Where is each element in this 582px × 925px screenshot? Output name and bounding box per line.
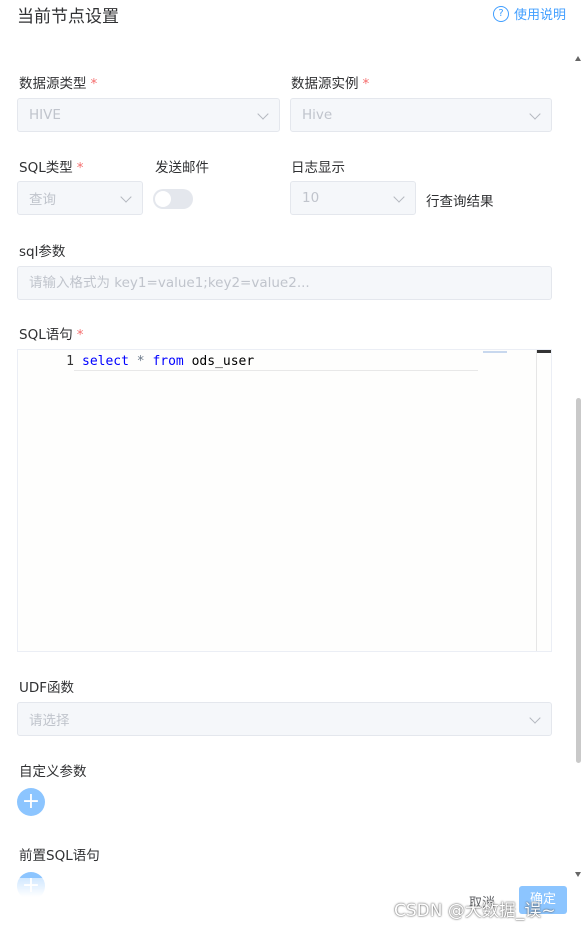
keyword-select: select — [82, 354, 129, 369]
page-title: 当前节点设置 — [17, 7, 119, 27]
log-display-suffix: 行查询结果 — [426, 194, 494, 210]
sql-statement-label-text: SQL语句 — [19, 327, 73, 343]
send-email-label: 发送邮件 — [155, 160, 209, 176]
log-display-label: 日志显示 — [291, 160, 345, 176]
watermark: CSDN @大数据_误~ — [394, 901, 556, 921]
code-line[interactable]: select * from ods_user — [82, 354, 254, 369]
chevron-down-icon — [257, 108, 269, 120]
editor-scrollbar[interactable] — [536, 350, 551, 651]
add-custom-param-button[interactable]: + — [17, 788, 45, 816]
operator-star: * — [128, 354, 153, 369]
datasource-instance-select[interactable]: Hive — [290, 98, 552, 132]
scroll-down-icon[interactable] — [575, 872, 581, 877]
custom-params-label: 自定义参数 — [19, 764, 87, 780]
sql-editor[interactable]: 1 select * from ods_user — [17, 349, 552, 652]
page-scrollbar-thumb[interactable] — [576, 398, 581, 763]
chevron-down-icon — [120, 191, 132, 203]
keyword-from: from — [152, 354, 184, 369]
datasource-instance-label-text: 数据源实例 — [291, 76, 359, 92]
minimap-line — [483, 351, 507, 353]
udf-placeholder: 请选择 — [29, 713, 70, 729]
datasource-instance-value: Hive — [302, 107, 333, 123]
table-name: ods_user — [183, 354, 255, 369]
sql-type-label-text: SQL类型 — [19, 160, 73, 176]
chevron-down-icon — [529, 108, 541, 120]
log-display-value: 10 — [302, 190, 320, 206]
help-label: 使用说明 — [513, 8, 566, 23]
editor-gutter: 1 — [18, 350, 74, 651]
datasource-instance-label: 数据源实例 * — [291, 72, 369, 92]
sql-type-label: SQL类型 * — [19, 156, 83, 176]
sql-params-label: sql参数 — [19, 244, 66, 260]
chevron-down-icon — [529, 712, 541, 724]
scroll-up-icon[interactable] — [575, 56, 581, 61]
editor-scroll-slider[interactable] — [537, 350, 551, 353]
sql-type-value: 查询 — [29, 192, 56, 208]
required-mark: * — [90, 76, 98, 92]
chevron-down-icon — [393, 191, 405, 203]
datasource-type-label-text: 数据源类型 — [19, 76, 87, 92]
editor-minimap[interactable] — [483, 350, 533, 355]
udf-select[interactable]: 请选择 — [17, 702, 552, 736]
pre-sql-label: 前置SQL语句 — [19, 848, 100, 864]
udf-label: UDF函数 — [19, 680, 75, 696]
plus-icon: + — [21, 789, 41, 814]
required-mark: * — [76, 327, 84, 343]
question-circle-icon: ? — [492, 5, 509, 22]
send-email-toggle[interactable] — [153, 189, 193, 209]
sql-statement-label: SQL语句 * — [19, 323, 83, 343]
sql-params-input[interactable] — [17, 266, 552, 300]
help-link[interactable]: ? 使用说明 — [492, 4, 566, 23]
datasource-type-value: HIVE — [29, 107, 61, 123]
required-mark: * — [362, 76, 370, 92]
sql-type-select[interactable]: 查询 — [17, 181, 143, 215]
required-mark: * — [76, 160, 84, 176]
line-number: 1 — [66, 354, 74, 369]
datasource-type-select[interactable]: HIVE — [17, 98, 280, 132]
log-display-select[interactable]: 10 — [290, 181, 416, 215]
datasource-type-label: 数据源类型 * — [19, 72, 97, 92]
toggle-knob — [155, 191, 171, 207]
